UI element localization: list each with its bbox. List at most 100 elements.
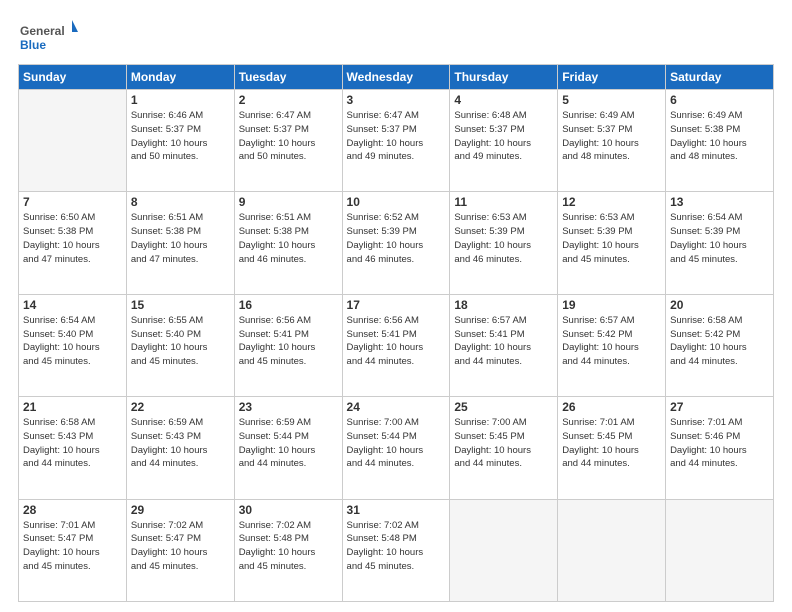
calendar-cell: 26 Sunrise: 7:01 AM Sunset: 5:45 PM Dayli…: [558, 397, 666, 499]
day-info: Sunrise: 6:54 AM Sunset: 5:40 PM Dayligh…: [23, 314, 122, 369]
calendar-cell: 5Sunrise: 6:49 AM Sunset: 5:37 PM Daylig…: [558, 90, 666, 192]
day-number: 26: [562, 400, 661, 414]
calendar-cell: 9Sunrise: 6:51 AM Sunset: 5:38 PM Daylig…: [234, 192, 342, 294]
calendar-cell: 7 Sunrise: 6:50 AM Sunset: 5:38 PM Daylig…: [19, 192, 127, 294]
day-info: Sunrise: 7:01 AM Sunset: 5:45 PM Dayligh…: [562, 416, 661, 471]
svg-text:General: General: [20, 24, 65, 38]
day-number: 20: [670, 298, 769, 312]
day-info: Sunrise: 6:59 AM Sunset: 5:43 PM Dayligh…: [131, 416, 230, 471]
calendar-cell: 3 Sunrise: 6:47 AM Sunset: 5:37 PM Daylig…: [342, 90, 450, 192]
calendar-weekday-monday: Monday: [126, 65, 234, 90]
calendar-week-5: 28 Sunrise: 7:01 AM Sunset: 5:47 PM Dayli…: [19, 499, 774, 601]
day-info: Sunrise: 6:51 AM Sunset: 5:38 PM Dayligh…: [239, 211, 338, 266]
day-number: 27: [670, 400, 769, 414]
day-info: Sunrise: 6:56 AM Sunset: 5:41 PM Dayligh…: [347, 314, 446, 369]
day-number: 15: [131, 298, 230, 312]
calendar-cell: 20 Sunrise: 6:58 AM Sunset: 5:42 PM Dayli…: [666, 294, 774, 396]
calendar-cell: 31 Sunrise: 7:02 AM Sunset: 5:48 PM Dayli…: [342, 499, 450, 601]
day-info: Sunrise: 6:59 AM Sunset: 5:44 PM Dayligh…: [239, 416, 338, 471]
calendar-weekday-wednesday: Wednesday: [342, 65, 450, 90]
calendar-cell: 1Sunrise: 6:46 AM Sunset: 5:37 PM Daylig…: [126, 90, 234, 192]
calendar-cell: 13 Sunrise: 6:54 AM Sunset: 5:39 PM Dayli…: [666, 192, 774, 294]
calendar-week-4: 21 Sunrise: 6:58 AM Sunset: 5:43 PM Dayli…: [19, 397, 774, 499]
day-info: Sunrise: 6:53 AM Sunset: 5:39 PM Dayligh…: [454, 211, 553, 266]
day-number: 23: [239, 400, 338, 414]
day-number: 14: [23, 298, 122, 312]
logo-svg: General Blue: [18, 18, 78, 58]
calendar-cell: 21 Sunrise: 6:58 AM Sunset: 5:43 PM Dayli…: [19, 397, 127, 499]
calendar-cell: 15 Sunrise: 6:55 AM Sunset: 5:40 PM Dayli…: [126, 294, 234, 396]
calendar-weekday-tuesday: Tuesday: [234, 65, 342, 90]
day-number: 11: [454, 195, 553, 209]
calendar-weekday-thursday: Thursday: [450, 65, 558, 90]
calendar-cell: 29 Sunrise: 7:02 AM Sunset: 5:47 PM Dayli…: [126, 499, 234, 601]
day-info: Sunrise: 6:48 AM Sunset: 5:37 PM Dayligh…: [454, 109, 553, 164]
calendar-table: SundayMondayTuesdayWednesdayThursdayFrid…: [18, 64, 774, 602]
calendar-cell: 4 Sunrise: 6:48 AM Sunset: 5:37 PM Daylig…: [450, 90, 558, 192]
day-info: Sunrise: 6:51 AM Sunset: 5:38 PM Dayligh…: [131, 211, 230, 266]
day-info: Sunrise: 7:02 AM Sunset: 5:48 PM Dayligh…: [239, 519, 338, 574]
calendar-cell: 22Sunrise: 6:59 AM Sunset: 5:43 PM Dayli…: [126, 397, 234, 499]
day-number: 28: [23, 503, 122, 517]
day-number: 13: [670, 195, 769, 209]
calendar-cell: 27Sunrise: 7:01 AM Sunset: 5:46 PM Dayli…: [666, 397, 774, 499]
day-number: 16: [239, 298, 338, 312]
day-info: Sunrise: 7:02 AM Sunset: 5:47 PM Dayligh…: [131, 519, 230, 574]
calendar-cell: 24 Sunrise: 7:00 AM Sunset: 5:44 PM Dayli…: [342, 397, 450, 499]
day-number: 30: [239, 503, 338, 517]
calendar-cell: 12 Sunrise: 6:53 AM Sunset: 5:39 PM Dayli…: [558, 192, 666, 294]
calendar-cell: 23 Sunrise: 6:59 AM Sunset: 5:44 PM Dayli…: [234, 397, 342, 499]
day-info: Sunrise: 6:50 AM Sunset: 5:38 PM Dayligh…: [23, 211, 122, 266]
day-info: Sunrise: 6:49 AM Sunset: 5:38 PM Dayligh…: [670, 109, 769, 164]
calendar-cell: 17Sunrise: 6:56 AM Sunset: 5:41 PM Dayli…: [342, 294, 450, 396]
day-info: Sunrise: 6:53 AM Sunset: 5:39 PM Dayligh…: [562, 211, 661, 266]
day-number: 10: [347, 195, 446, 209]
day-number: 4: [454, 93, 553, 107]
day-info: Sunrise: 6:56 AM Sunset: 5:41 PM Dayligh…: [239, 314, 338, 369]
day-number: 7: [23, 195, 122, 209]
day-number: 24: [347, 400, 446, 414]
calendar-week-1: 1Sunrise: 6:46 AM Sunset: 5:37 PM Daylig…: [19, 90, 774, 192]
calendar-cell: 8Sunrise: 6:51 AM Sunset: 5:38 PM Daylig…: [126, 192, 234, 294]
day-info: Sunrise: 6:58 AM Sunset: 5:42 PM Dayligh…: [670, 314, 769, 369]
day-info: Sunrise: 6:57 AM Sunset: 5:42 PM Dayligh…: [562, 314, 661, 369]
calendar-cell: [450, 499, 558, 601]
day-number: 2: [239, 93, 338, 107]
day-info: Sunrise: 6:54 AM Sunset: 5:39 PM Dayligh…: [670, 211, 769, 266]
calendar-cell: 28 Sunrise: 7:01 AM Sunset: 5:47 PM Dayli…: [19, 499, 127, 601]
calendar-weekday-friday: Friday: [558, 65, 666, 90]
calendar-weekday-sunday: Sunday: [19, 65, 127, 90]
calendar-cell: 25Sunrise: 7:00 AM Sunset: 5:45 PM Dayli…: [450, 397, 558, 499]
day-info: Sunrise: 6:46 AM Sunset: 5:37 PM Dayligh…: [131, 109, 230, 164]
calendar-cell: [19, 90, 127, 192]
calendar-week-2: 7 Sunrise: 6:50 AM Sunset: 5:38 PM Daylig…: [19, 192, 774, 294]
day-number: 3: [347, 93, 446, 107]
calendar-cell: 30 Sunrise: 7:02 AM Sunset: 5:48 PM Dayli…: [234, 499, 342, 601]
day-info: Sunrise: 7:02 AM Sunset: 5:48 PM Dayligh…: [347, 519, 446, 574]
day-info: Sunrise: 6:47 AM Sunset: 5:37 PM Dayligh…: [347, 109, 446, 164]
day-info: Sunrise: 6:55 AM Sunset: 5:40 PM Dayligh…: [131, 314, 230, 369]
day-info: Sunrise: 7:01 AM Sunset: 5:47 PM Dayligh…: [23, 519, 122, 574]
page: General Blue SundayMondayTuesdayWednesda…: [0, 0, 792, 612]
calendar-cell: 6 Sunrise: 6:49 AM Sunset: 5:38 PM Daylig…: [666, 90, 774, 192]
day-info: Sunrise: 6:57 AM Sunset: 5:41 PM Dayligh…: [454, 314, 553, 369]
calendar-week-3: 14 Sunrise: 6:54 AM Sunset: 5:40 PM Dayli…: [19, 294, 774, 396]
calendar-header-row: SundayMondayTuesdayWednesdayThursdayFrid…: [19, 65, 774, 90]
header: General Blue: [18, 18, 774, 58]
day-number: 21: [23, 400, 122, 414]
calendar-cell: 10 Sunrise: 6:52 AM Sunset: 5:39 PM Dayli…: [342, 192, 450, 294]
day-info: Sunrise: 7:00 AM Sunset: 5:44 PM Dayligh…: [347, 416, 446, 471]
calendar-cell: 2 Sunrise: 6:47 AM Sunset: 5:37 PM Daylig…: [234, 90, 342, 192]
day-number: 12: [562, 195, 661, 209]
calendar-cell: [666, 499, 774, 601]
day-number: 29: [131, 503, 230, 517]
day-number: 31: [347, 503, 446, 517]
day-info: Sunrise: 6:47 AM Sunset: 5:37 PM Dayligh…: [239, 109, 338, 164]
svg-text:Blue: Blue: [20, 38, 46, 52]
calendar-cell: 18Sunrise: 6:57 AM Sunset: 5:41 PM Dayli…: [450, 294, 558, 396]
day-info: Sunrise: 6:52 AM Sunset: 5:39 PM Dayligh…: [347, 211, 446, 266]
day-number: 6: [670, 93, 769, 107]
day-info: Sunrise: 6:58 AM Sunset: 5:43 PM Dayligh…: [23, 416, 122, 471]
day-number: 25: [454, 400, 553, 414]
calendar-cell: 14 Sunrise: 6:54 AM Sunset: 5:40 PM Dayli…: [19, 294, 127, 396]
